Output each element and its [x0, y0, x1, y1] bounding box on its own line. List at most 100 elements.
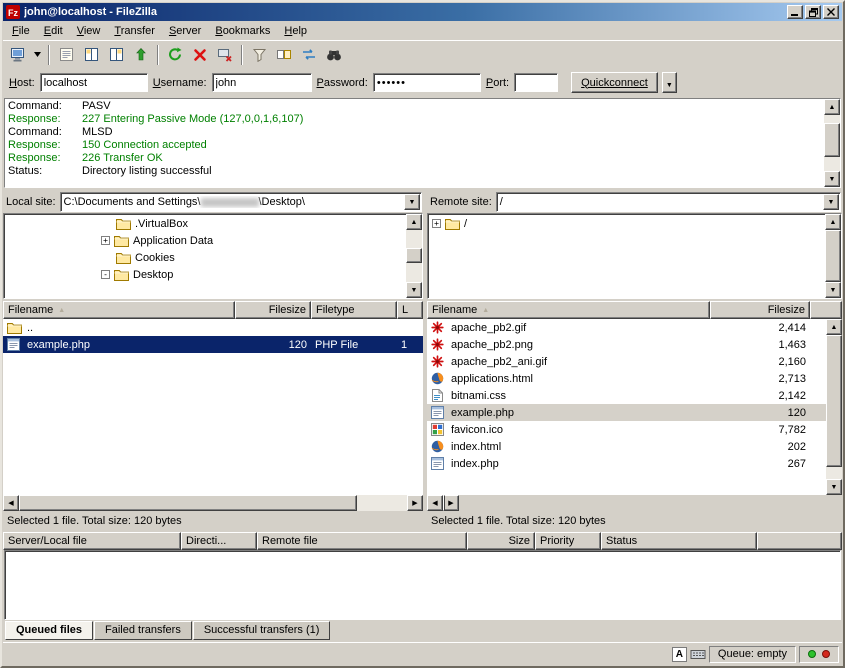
- file-row[interactable]: apache_pb2.png1,463: [427, 336, 826, 353]
- filter-button[interactable]: [247, 43, 271, 66]
- column-header-filename[interactable]: Filename▲: [427, 301, 710, 319]
- quickconnect-button[interactable]: Quickconnect: [571, 72, 658, 93]
- menu-bookmarks[interactable]: Bookmarks: [208, 23, 277, 39]
- site-manager-dropdown-button[interactable]: [31, 43, 44, 66]
- remote-list-scrollbar[interactable]: ▲▼: [826, 319, 842, 495]
- port-label: Port:: [486, 77, 509, 89]
- local-hscrollbar[interactable]: ◀▶: [3, 495, 423, 511]
- file-row[interactable]: bitnami.css2,142: [427, 387, 826, 404]
- scroll-down-icon[interactable]: ▼: [826, 479, 842, 495]
- tree-item[interactable]: +/: [428, 215, 825, 232]
- tab-successful-transfers-1-[interactable]: Successful transfers (1): [193, 621, 331, 640]
- file-row[interactable]: apache_pb2_ani.gif2,160: [427, 353, 826, 370]
- menu-view[interactable]: View: [70, 23, 108, 39]
- scrollbar-thumb[interactable]: [824, 123, 840, 157]
- scroll-left-icon[interactable]: ◀: [3, 495, 19, 511]
- tree-item[interactable]: +Application Data: [4, 232, 406, 249]
- sync-browsing-button[interactable]: [297, 43, 321, 66]
- log-scrollbar[interactable]: ▲▼: [824, 99, 840, 187]
- menu-help[interactable]: Help: [277, 23, 314, 39]
- scrollbar-thumb[interactable]: [826, 335, 842, 467]
- local-tree-scrollbar[interactable]: ▲▼: [406, 214, 422, 298]
- remote-tree-button[interactable]: [104, 43, 128, 66]
- tree-item[interactable]: -Desktop: [4, 266, 406, 283]
- file-row[interactable]: example.php120: [427, 404, 826, 421]
- scrollbar-track[interactable]: [825, 230, 841, 282]
- scroll-right-icon[interactable]: ▶: [443, 495, 459, 511]
- scrollbar-thumb[interactable]: [19, 495, 357, 511]
- column-header-l[interactable]: L: [397, 301, 423, 319]
- column-header-size[interactable]: Size: [467, 532, 535, 550]
- file-row[interactable]: apache_pb2.gif2,414: [427, 319, 826, 336]
- expand-icon[interactable]: +: [101, 236, 110, 245]
- find-button[interactable]: [322, 43, 346, 66]
- local-tree-button[interactable]: [79, 43, 103, 66]
- scrollbar-track[interactable]: [826, 335, 842, 479]
- minimize-button[interactable]: [787, 5, 803, 19]
- refresh-button[interactable]: [163, 43, 187, 66]
- menu-file[interactable]: File: [5, 23, 37, 39]
- collapse-icon[interactable]: -: [101, 270, 110, 279]
- disconnect-button[interactable]: [213, 43, 237, 66]
- scrollbar-thumb[interactable]: [443, 495, 445, 511]
- cancel-button[interactable]: [188, 43, 212, 66]
- scroll-up-icon[interactable]: ▲: [824, 99, 840, 115]
- file-row[interactable]: applications.html2,713: [427, 370, 826, 387]
- expand-icon[interactable]: +: [432, 219, 441, 228]
- remote-hscrollbar[interactable]: ◀▶: [427, 495, 459, 511]
- scrollbar-track[interactable]: [19, 495, 407, 511]
- process-queue-button[interactable]: [129, 43, 153, 66]
- menu-server[interactable]: Server: [162, 23, 208, 39]
- site-manager-button[interactable]: [6, 43, 30, 66]
- quickconnect-dropdown-button[interactable]: ▼: [662, 72, 677, 93]
- port-input[interactable]: [514, 73, 558, 92]
- scroll-down-icon[interactable]: ▼: [825, 282, 841, 298]
- scroll-up-icon[interactable]: ▲: [826, 319, 842, 335]
- column-header-filesize[interactable]: Filesize: [710, 301, 810, 319]
- username-input[interactable]: [212, 73, 312, 92]
- title-bar[interactable]: Fz john@localhost - FileZilla: [3, 3, 842, 21]
- remote-site-combo[interactable]: / ▼: [496, 192, 841, 212]
- close-button[interactable]: [823, 5, 839, 19]
- file-row[interactable]: ..: [3, 319, 423, 336]
- tab-failed-transfers[interactable]: Failed transfers: [94, 621, 192, 640]
- tab-queued-files[interactable]: Queued files: [5, 621, 93, 640]
- column-header-status[interactable]: Status: [601, 532, 757, 550]
- compare-button[interactable]: [272, 43, 296, 66]
- column-header-filesize[interactable]: Filesize: [235, 301, 311, 319]
- local-site-combo[interactable]: C:\Documents and Settings\\Desktop\ ▼: [60, 192, 422, 212]
- column-header-remotefile[interactable]: Remote file: [257, 532, 467, 550]
- file-row[interactable]: favicon.ico7,782: [427, 421, 826, 438]
- scroll-down-icon[interactable]: ▼: [406, 282, 422, 298]
- scroll-right-icon[interactable]: ▶: [407, 495, 423, 511]
- host-input[interactable]: [40, 73, 148, 92]
- scroll-up-icon[interactable]: ▲: [406, 214, 422, 230]
- column-header-filename[interactable]: Filename▲: [3, 301, 235, 319]
- remote-site-dropdown[interactable]: ▼: [823, 194, 839, 210]
- file-row[interactable]: example.php120PHP File1: [3, 336, 423, 353]
- message-log-button[interactable]: [54, 43, 78, 66]
- scrollbar-track[interactable]: [824, 115, 840, 171]
- file-row[interactable]: index.html202: [427, 438, 826, 455]
- scrollbar-track[interactable]: [406, 230, 422, 282]
- scroll-left-icon[interactable]: ◀: [427, 495, 443, 511]
- maximize-button[interactable]: [805, 5, 821, 19]
- scrollbar-thumb[interactable]: [406, 248, 422, 264]
- host-label: Host:: [9, 77, 35, 89]
- column-header-directi[interactable]: Directi...: [181, 532, 257, 550]
- scrollbar-thumb[interactable]: [825, 230, 841, 282]
- log-line: Response:226 Transfer OK: [5, 152, 824, 165]
- column-header-priority[interactable]: Priority: [535, 532, 601, 550]
- file-row[interactable]: index.php267: [427, 455, 826, 472]
- scroll-up-icon[interactable]: ▲: [825, 214, 841, 230]
- column-header-serverlocalfile[interactable]: Server/Local file: [3, 532, 181, 550]
- tree-item[interactable]: .VirtualBox: [4, 215, 406, 232]
- remote-tree-scrollbar[interactable]: ▲▼: [825, 214, 841, 298]
- menu-edit[interactable]: Edit: [37, 23, 70, 39]
- menu-transfer[interactable]: Transfer: [107, 23, 162, 39]
- password-input[interactable]: [373, 73, 481, 92]
- local-site-dropdown[interactable]: ▼: [404, 194, 420, 210]
- tree-item[interactable]: Cookies: [4, 249, 406, 266]
- column-header-filetype[interactable]: Filetype: [311, 301, 397, 319]
- scroll-down-icon[interactable]: ▼: [824, 171, 840, 187]
